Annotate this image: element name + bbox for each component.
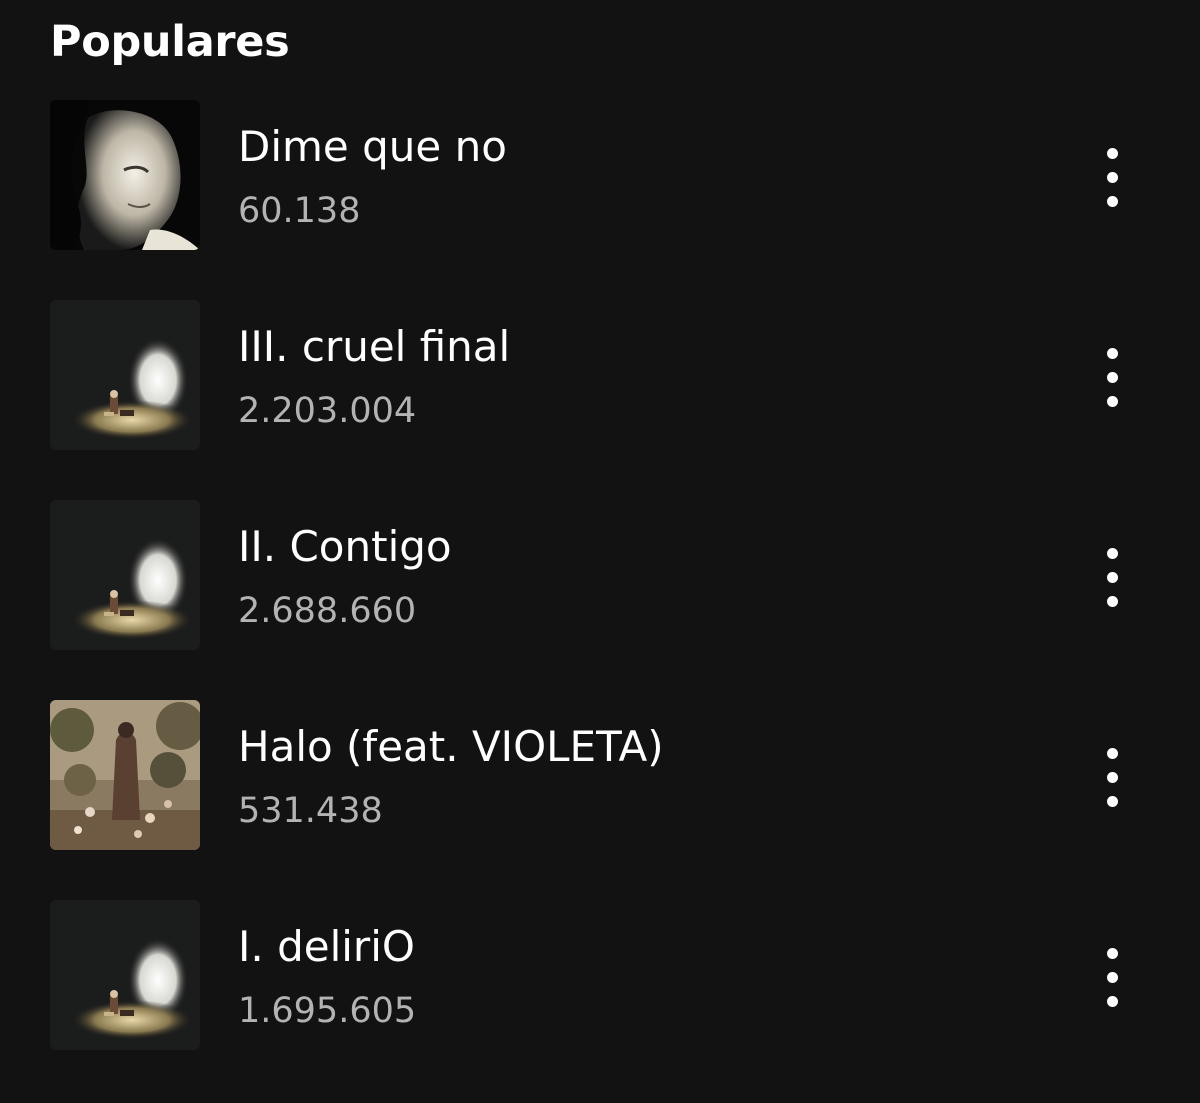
dot	[1107, 148, 1118, 159]
dot	[1107, 372, 1118, 383]
track-row[interactable]: II. Contigo 2.688.660	[0, 500, 1200, 652]
track-row[interactable]: Dime que no 60.138	[0, 100, 1200, 252]
dot	[1107, 396, 1118, 407]
track-play-count: 60.138	[238, 191, 361, 231]
track-title: I. deliriO	[238, 922, 415, 971]
more-options-icon[interactable]	[1088, 740, 1138, 816]
section-title: Populares	[50, 17, 290, 67]
dot	[1107, 948, 1118, 959]
dot	[1107, 196, 1118, 207]
album-cover-garden	[50, 700, 200, 850]
track-row[interactable]: III. cruel final 2.203.004	[0, 300, 1200, 452]
track-row[interactable]: I. deliriO 1.695.605	[0, 900, 1200, 1052]
more-options-icon[interactable]	[1088, 340, 1138, 416]
track-play-count: 1.695.605	[238, 991, 417, 1031]
more-options-icon[interactable]	[1088, 140, 1138, 216]
dot	[1107, 748, 1118, 759]
track-row[interactable]: Halo (feat. VIOLETA) 531.438	[0, 700, 1200, 852]
track-play-count: 2.203.004	[238, 391, 417, 431]
album-cover-dark-room	[50, 900, 200, 1050]
dot	[1107, 548, 1118, 559]
album-cover-dark-room	[50, 300, 200, 450]
track-title: Dime que no	[238, 122, 507, 171]
dot	[1107, 972, 1118, 983]
album-cover-dark-room	[50, 500, 200, 650]
dot	[1107, 996, 1118, 1007]
dot	[1107, 348, 1118, 359]
dot	[1107, 772, 1118, 783]
track-title: III. cruel final	[238, 322, 511, 371]
track-play-count: 531.438	[238, 791, 383, 831]
more-options-icon[interactable]	[1088, 540, 1138, 616]
album-cover-portrait	[50, 100, 200, 250]
track-title: Halo (feat. VIOLETA)	[238, 722, 664, 771]
dot	[1107, 172, 1118, 183]
dot	[1107, 596, 1118, 607]
popular-tracks-section: Populares Dime que no 60.138 III. cruel …	[0, 0, 1200, 1103]
track-title: II. Contigo	[238, 522, 452, 571]
more-options-icon[interactable]	[1088, 940, 1138, 1016]
track-play-count: 2.688.660	[238, 591, 417, 631]
dot	[1107, 796, 1118, 807]
dot	[1107, 572, 1118, 583]
